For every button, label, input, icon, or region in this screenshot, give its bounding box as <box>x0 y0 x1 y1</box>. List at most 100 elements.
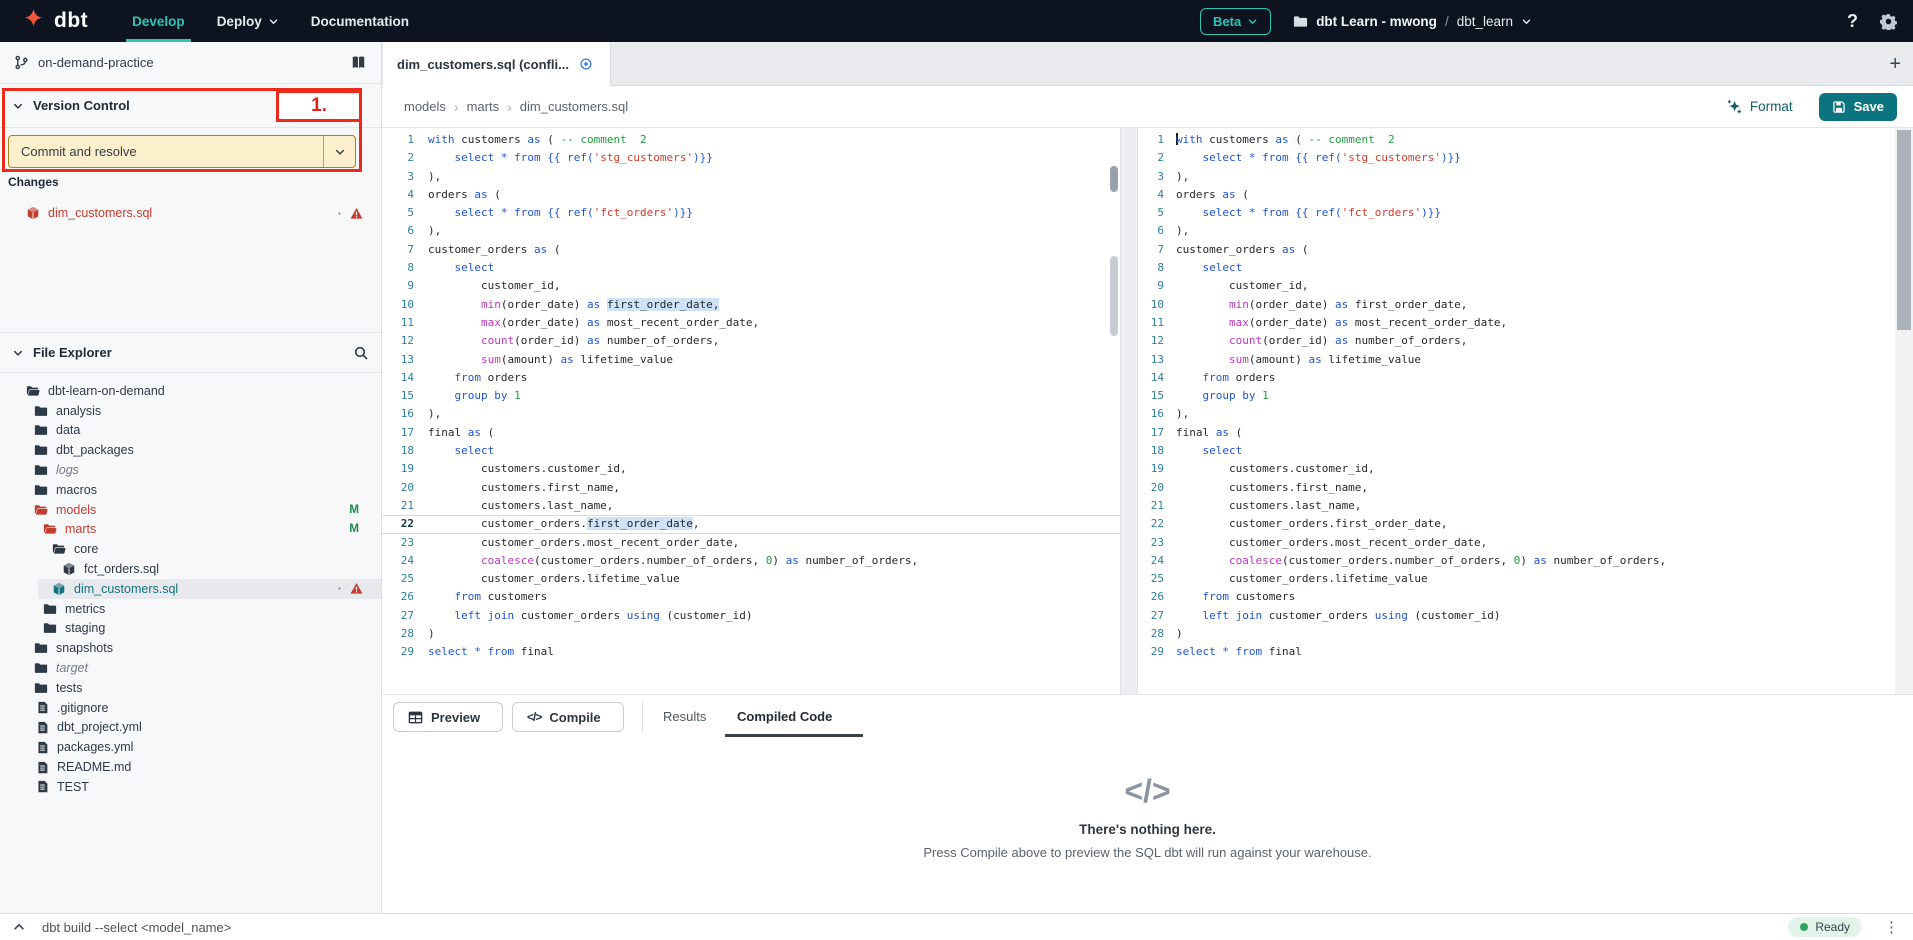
code-line-7[interactable]: 7customer_orders as ( <box>382 241 1120 259</box>
tree-item-target[interactable]: target <box>0 658 381 678</box>
editor-tab-dim-customers[interactable]: dim_customers.sql (confli... <box>383 42 611 86</box>
pane-divider[interactable] <box>1120 128 1138 694</box>
code-line-28[interactable]: 28) <box>382 625 1120 643</box>
tab-results[interactable]: Results <box>663 695 706 738</box>
commit-and-resolve-button[interactable]: Commit and resolve <box>8 135 356 168</box>
save-button[interactable]: Save <box>1819 93 1897 121</box>
code-line-10[interactable]: 10 min(order_date) as first_order_date, <box>382 296 1120 314</box>
tree-item-dim_customers.sql[interactable]: dim_customers.sql· <box>0 579 381 599</box>
left-pane-scrollbar[interactable] <box>1108 128 1120 694</box>
preview-button[interactable]: Preview <box>393 702 503 732</box>
code-line-23[interactable]: 23 customer_orders.most_recent_order_dat… <box>1138 534 1895 552</box>
code-line-9[interactable]: 9 customer_id, <box>1138 277 1895 295</box>
code-line-15[interactable]: 15 group by 1 <box>1138 387 1895 405</box>
code-line-19[interactable]: 19 customers.customer_id, <box>1138 460 1895 478</box>
breadcrumb-marts[interactable]: marts <box>467 99 500 114</box>
tree-item-metrics[interactable]: metrics <box>0 599 381 619</box>
new-tab-button[interactable]: + <box>1889 42 1901 86</box>
code-line-9[interactable]: 9 customer_id, <box>382 277 1120 295</box>
code-line-13[interactable]: 13 sum(amount) as lifetime_value <box>1138 351 1895 369</box>
code-line-27[interactable]: 27 left join customer_orders using (cust… <box>1138 607 1895 625</box>
code-line-8[interactable]: 8 select <box>382 259 1120 277</box>
nav-documentation[interactable]: Documentation <box>295 0 425 42</box>
code-line-20[interactable]: 20 customers.first_name, <box>382 479 1120 497</box>
tree-item-packages.yml[interactable]: packages.yml <box>0 737 381 757</box>
tree-item-README.md[interactable]: README.md <box>0 757 381 777</box>
code-line-20[interactable]: 20 customers.first_name, <box>1138 479 1895 497</box>
code-line-6[interactable]: 6), <box>382 222 1120 240</box>
tree-item-core[interactable]: core <box>0 539 381 559</box>
code-line-11[interactable]: 11 max(order_date) as most_recent_order_… <box>1138 314 1895 332</box>
code-line-14[interactable]: 14 from orders <box>382 369 1120 387</box>
breadcrumb-models[interactable]: models <box>404 99 446 114</box>
code-line-21[interactable]: 21 customers.last_name, <box>382 497 1120 515</box>
code-line-1[interactable]: 1with customers as ( -- comment 2 <box>1138 131 1895 149</box>
code-line-27[interactable]: 27 left join customer_orders using (cust… <box>382 607 1120 625</box>
nav-develop[interactable]: Develop <box>116 0 201 42</box>
code-line-25[interactable]: 25 customer_orders.lifetime_value <box>1138 570 1895 588</box>
commit-options-caret[interactable] <box>323 136 355 167</box>
code-line-26[interactable]: 26 from customers <box>1138 588 1895 606</box>
code-line-26[interactable]: 26 from customers <box>382 588 1120 606</box>
docs-book-icon[interactable] <box>350 54 367 71</box>
tree-item-logs[interactable]: logs <box>0 460 381 480</box>
scrollbar-thumb[interactable] <box>1897 130 1911 330</box>
tree-item-dbt_packages[interactable]: dbt_packages <box>0 440 381 460</box>
editor-pane-left[interactable]: 1with customers as ( -- comment 22 selec… <box>382 128 1120 694</box>
code-line-24[interactable]: 24 coalesce(customer_orders.number_of_or… <box>382 552 1120 570</box>
code-line-14[interactable]: 14 from orders <box>1138 369 1895 387</box>
editor-pane-right[interactable]: 1with customers as ( -- comment 22 selec… <box>1138 128 1895 694</box>
code-line-25[interactable]: 25 customer_orders.lifetime_value <box>382 570 1120 588</box>
tree-item-staging[interactable]: staging <box>0 619 381 639</box>
code-line-3[interactable]: 3), <box>1138 168 1895 186</box>
code-line-5[interactable]: 5 select * from {{ ref('fct_orders')}} <box>1138 204 1895 222</box>
code-line-13[interactable]: 13 sum(amount) as lifetime_value <box>382 351 1120 369</box>
code-line-16[interactable]: 16), <box>1138 405 1895 423</box>
tree-item-snapshots[interactable]: snapshots <box>0 638 381 658</box>
code-line-6[interactable]: 6), <box>1138 222 1895 240</box>
code-line-29[interactable]: 29select * from final <box>1138 643 1895 661</box>
code-line-28[interactable]: 28) <box>1138 625 1895 643</box>
chevron-up-icon[interactable] <box>12 920 26 934</box>
code-line-4[interactable]: 4orders as ( <box>1138 186 1895 204</box>
code-line-18[interactable]: 18 select <box>382 442 1120 460</box>
format-button[interactable]: Format <box>1726 99 1793 115</box>
code-line-18[interactable]: 18 select <box>1138 442 1895 460</box>
command-input[interactable]: dbt build --select <model_name> <box>42 920 231 935</box>
conflict-target-icon[interactable] <box>579 57 593 71</box>
tree-item-TEST[interactable]: TEST <box>0 777 381 797</box>
code-line-12[interactable]: 12 count(order_id) as number_of_orders, <box>382 332 1120 350</box>
code-line-15[interactable]: 15 group by 1 <box>382 387 1120 405</box>
code-line-3[interactable]: 3), <box>382 168 1120 186</box>
nav-deploy[interactable]: Deploy <box>201 0 295 42</box>
tree-item-macros[interactable]: macros <box>0 480 381 500</box>
code-line-11[interactable]: 11 max(order_date) as most_recent_order_… <box>382 314 1120 332</box>
code-line-4[interactable]: 4orders as ( <box>382 186 1120 204</box>
branch-selector[interactable]: on-demand-practice <box>0 42 381 84</box>
code-line-17[interactable]: 17final as ( <box>1138 424 1895 442</box>
help-button[interactable]: ? <box>1847 11 1858 32</box>
code-line-2[interactable]: 2 select * from {{ ref('stg_customers')}… <box>1138 149 1895 167</box>
code-line-10[interactable]: 10 min(order_date) as first_order_date, <box>1138 296 1895 314</box>
code-line-19[interactable]: 19 customers.customer_id, <box>382 460 1120 478</box>
code-line-29[interactable]: 29select * from final <box>382 643 1120 661</box>
settings-gear-icon[interactable] <box>1880 13 1897 30</box>
right-pane-scrollbar[interactable] <box>1895 128 1913 694</box>
dbt-logo[interactable]: dbt <box>20 8 88 35</box>
version-control-header[interactable]: Version Control <box>0 84 381 128</box>
code-line-1[interactable]: 1with customers as ( -- comment 2 <box>382 131 1120 149</box>
code-line-8[interactable]: 8 select <box>1138 259 1895 277</box>
code-line-22[interactable]: 22 customer_orders.first_order_date, <box>382 515 1120 533</box>
code-line-16[interactable]: 16), <box>382 405 1120 423</box>
breadcrumb-file[interactable]: dim_customers.sql <box>520 99 628 114</box>
tree-item-tests[interactable]: tests <box>0 678 381 698</box>
tree-item-marts[interactable]: martsM <box>0 520 381 540</box>
code-line-24[interactable]: 24 coalesce(customer_orders.number_of_or… <box>1138 552 1895 570</box>
code-line-5[interactable]: 5 select * from {{ ref('fct_orders')}} <box>382 204 1120 222</box>
file-explorer-header[interactable]: File Explorer <box>0 332 381 373</box>
code-line-17[interactable]: 17final as ( <box>382 424 1120 442</box>
tab-compiled-code[interactable]: Compiled Code <box>737 695 832 738</box>
tree-item-models[interactable]: modelsM <box>0 500 381 520</box>
code-line-21[interactable]: 21 customers.last_name, <box>1138 497 1895 515</box>
changed-file-row[interactable]: dim_customers.sql · <box>0 202 381 224</box>
